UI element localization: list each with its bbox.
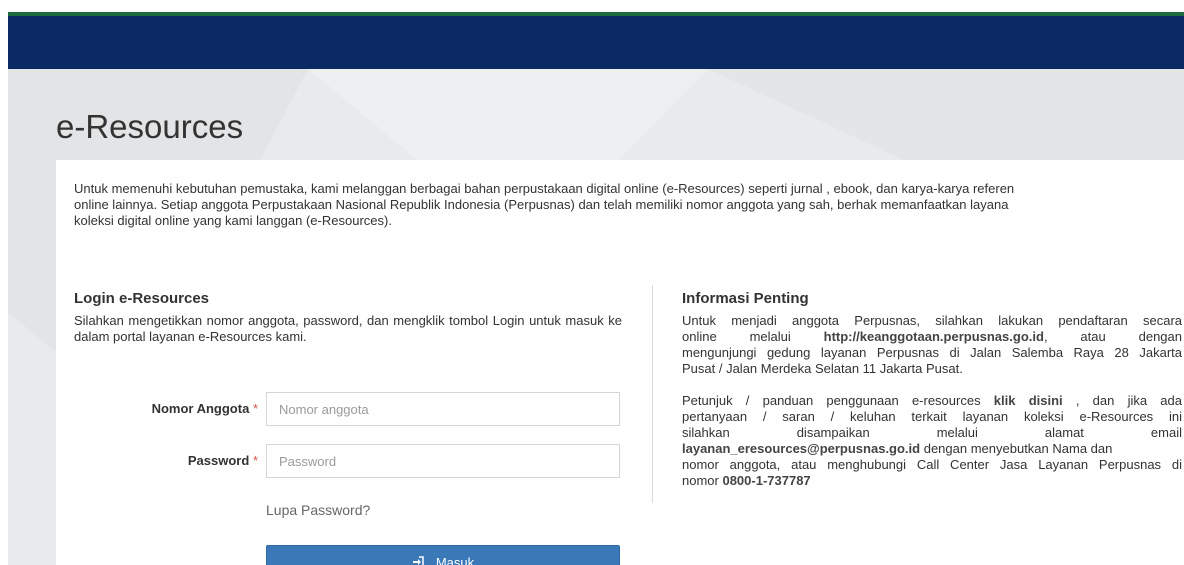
intro-line: koleksi digital online yang kami langgan… xyxy=(74,213,392,228)
info-line: silahkan disampaikan melalui alamat emai… xyxy=(682,425,1182,441)
info-text: nomor anggota, atau menghubungi Call Cen… xyxy=(682,457,1182,472)
info-text: , atau dengan xyxy=(1043,329,1182,344)
login-section: Login e-Resources Silahkan mengetikkan n… xyxy=(74,290,622,478)
intro-text: Untuk memenuhi kebutuhan pemustaka, kami… xyxy=(74,181,1184,229)
info-line: mengunjungi gedung layanan Perpusnas di … xyxy=(682,345,1182,361)
info-paragraph-2: Petunjuk / panduan penggunaan e-resource… xyxy=(682,393,1182,489)
password-row: Password * xyxy=(74,444,622,478)
login-button-label: Masuk xyxy=(435,554,475,565)
call-center-number: 0800-1-737787 xyxy=(722,473,811,488)
info-line: nomor anggota, atau menghubungi Call Cen… xyxy=(682,457,1182,473)
info-text: silahkan disampaikan melalui alamat emai… xyxy=(682,425,1182,440)
member-number-label: Nomor Anggota * xyxy=(152,401,258,416)
login-button[interactable]: Masuk xyxy=(266,545,620,565)
info-text: mengunjungi gedung layanan Perpusnas di … xyxy=(682,345,1182,360)
info-text: online melalui xyxy=(682,329,824,344)
info-title: Informasi Penting xyxy=(682,290,809,307)
info-line: Petunjuk / panduan penggunaan e-resource… xyxy=(682,393,1182,409)
page-background: e-Resources Untuk memenuhi kebutuhan pem… xyxy=(8,12,1184,565)
guide-link[interactable]: klik disini xyxy=(994,393,1063,408)
support-email[interactable]: layanan_eresources@perpusnas.go.id xyxy=(682,441,920,456)
info-text: , dan jika ada xyxy=(1075,393,1182,408)
password-label: Password * xyxy=(188,453,258,468)
info-text: pertanyaan / saran / keluhan terkait lay… xyxy=(682,409,1182,424)
info-text: dengan menyebutkan Nama dan xyxy=(920,441,1113,456)
member-number-label-text: Nomor Anggota xyxy=(151,401,250,416)
sign-in-icon xyxy=(412,556,424,565)
info-line: online melalui http://keanggotaan.perpus… xyxy=(682,329,1182,345)
intro-line: Untuk memenuhi kebutuhan pemustaka, kami… xyxy=(74,181,1015,196)
info-line: Untuk menjadi anggota Perpusnas, silahka… xyxy=(682,313,1182,329)
info-line: layanan_eresources@perpusnas.go.id denga… xyxy=(682,441,1182,457)
login-title: Login e-Resources xyxy=(74,290,210,307)
content-panel: Untuk memenuhi kebutuhan pemustaka, kami… xyxy=(56,160,1184,565)
info-line: Pusat / Jalan Merdeka Selatan 11 Jakarta… xyxy=(682,361,1182,377)
info-line: nomor 0800-1-737787 xyxy=(682,473,1182,489)
member-number-input[interactable] xyxy=(266,392,620,426)
password-label-text: Password xyxy=(187,453,250,468)
info-section: Informasi Penting Untuk menjadi anggota … xyxy=(682,290,1182,489)
required-mark: * xyxy=(252,401,258,416)
required-mark: * xyxy=(252,453,258,468)
info-line: pertanyaan / saran / keluhan terkait lay… xyxy=(682,409,1182,425)
member-number-row: Nomor Anggota * xyxy=(74,392,622,426)
info-text: nomor xyxy=(682,473,723,488)
login-description: Silahkan mengetikkan nomor anggota, pass… xyxy=(74,313,622,344)
info-text: Petunjuk / panduan penggunaan e-resource… xyxy=(682,393,981,408)
page-title: e-Resources xyxy=(56,108,244,145)
info-text: Pusat / Jalan Merdeka Selatan 11 Jakarta… xyxy=(682,361,963,376)
membership-url[interactable]: http://keanggotaan.perpusnas.go.id xyxy=(824,329,1044,344)
top-navbar xyxy=(8,12,1184,69)
info-paragraph-1: Untuk menjadi anggota Perpusnas, silahka… xyxy=(682,313,1182,377)
password-input[interactable] xyxy=(266,444,620,478)
column-divider xyxy=(652,285,653,503)
info-text: Untuk menjadi anggota Perpusnas, silahka… xyxy=(682,313,1182,328)
intro-line: online lainnya. Setiap anggota Perpustak… xyxy=(74,197,1009,212)
forgot-password-link[interactable]: Lupa Password? xyxy=(266,502,370,518)
